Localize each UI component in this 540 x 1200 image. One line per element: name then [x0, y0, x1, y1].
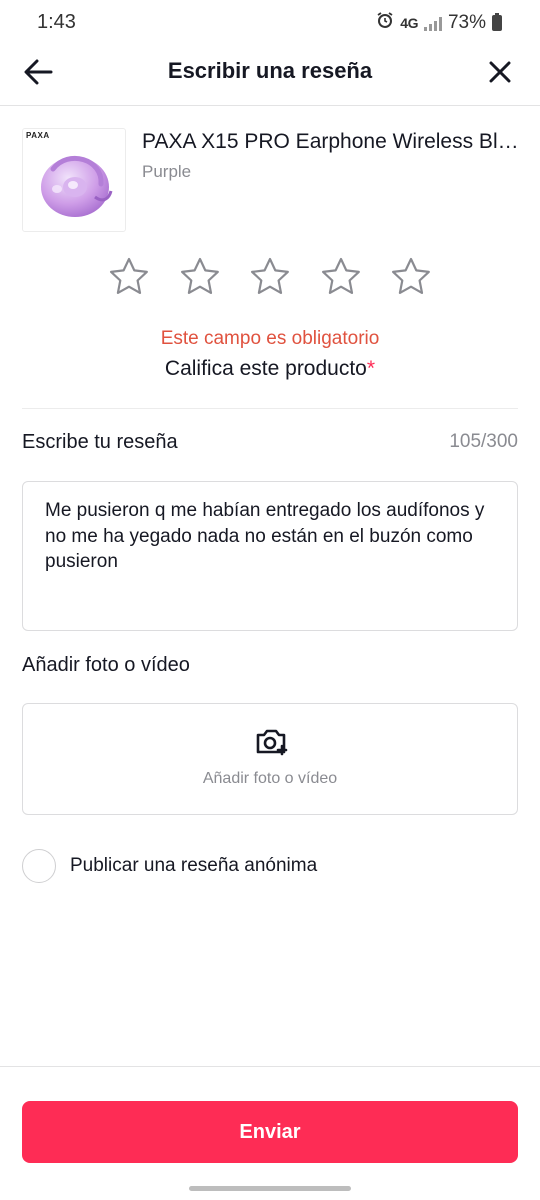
character-counter: 105/300	[449, 431, 518, 452]
battery-percent: 73%	[447, 12, 486, 33]
review-text: Me pusieron q me habían entregado los au…	[45, 500, 485, 572]
add-media-button[interactable]: Añadir foto o vídeo	[22, 703, 518, 815]
header: Escribir una reseña	[0, 44, 540, 106]
status-icons: 4G 73%	[376, 11, 502, 35]
signal-icon	[423, 15, 442, 31]
close-icon	[489, 61, 511, 83]
star-rating	[108, 256, 432, 298]
anonymous-label: Publicar una reseña anónima	[70, 855, 318, 876]
product-variant: Purple	[142, 162, 192, 181]
required-mark: *	[366, 357, 376, 380]
submit-button[interactable]: Enviar	[22, 1101, 518, 1163]
star-icon[interactable]	[108, 256, 150, 298]
rating-error-message: Este campo es obligatorio	[160, 328, 380, 349]
anonymous-radio[interactable]	[22, 849, 56, 883]
home-indicator	[189, 1186, 351, 1191]
rating-label: Califica este producto*	[0, 357, 540, 381]
page-title: Escribir una reseña	[167, 58, 373, 83]
product-summary: PAXA PAXA X15 PRO Earphone Wireless Blue…	[22, 128, 522, 232]
camera-plus-icon	[256, 729, 288, 756]
review-textarea[interactable]: Me pusieron q me habían entregado los au…	[22, 481, 518, 631]
status-time: 1:43	[37, 11, 76, 33]
product-name: PAXA X15 PRO Earphone Wireless Bluetooth	[142, 130, 522, 153]
status-bar: 1:43 4G 73%	[0, 0, 540, 44]
media-section-label: Añadir foto o vídeo	[22, 654, 190, 676]
review-label: Escribe tu reseña	[22, 431, 178, 453]
star-icon[interactable]	[249, 256, 291, 298]
star-icon[interactable]	[390, 256, 432, 298]
footer-divider	[0, 1066, 540, 1067]
network-label: 4G	[400, 15, 418, 31]
star-icon[interactable]	[320, 256, 362, 298]
star-icon[interactable]	[179, 256, 221, 298]
product-image: PAXA	[22, 128, 126, 232]
divider	[22, 408, 518, 409]
close-button[interactable]	[482, 54, 518, 90]
review-header: Escribe tu reseña 105/300	[22, 431, 518, 461]
anonymous-review-option[interactable]: Publicar una reseña anónima	[22, 848, 422, 884]
battery-icon	[492, 13, 502, 31]
earphone-image	[41, 155, 113, 217]
rating-label-text: Califica este producto	[164, 357, 367, 380]
alarm-icon	[376, 11, 394, 35]
add-media-hint: Añadir foto o vídeo	[202, 770, 338, 787]
